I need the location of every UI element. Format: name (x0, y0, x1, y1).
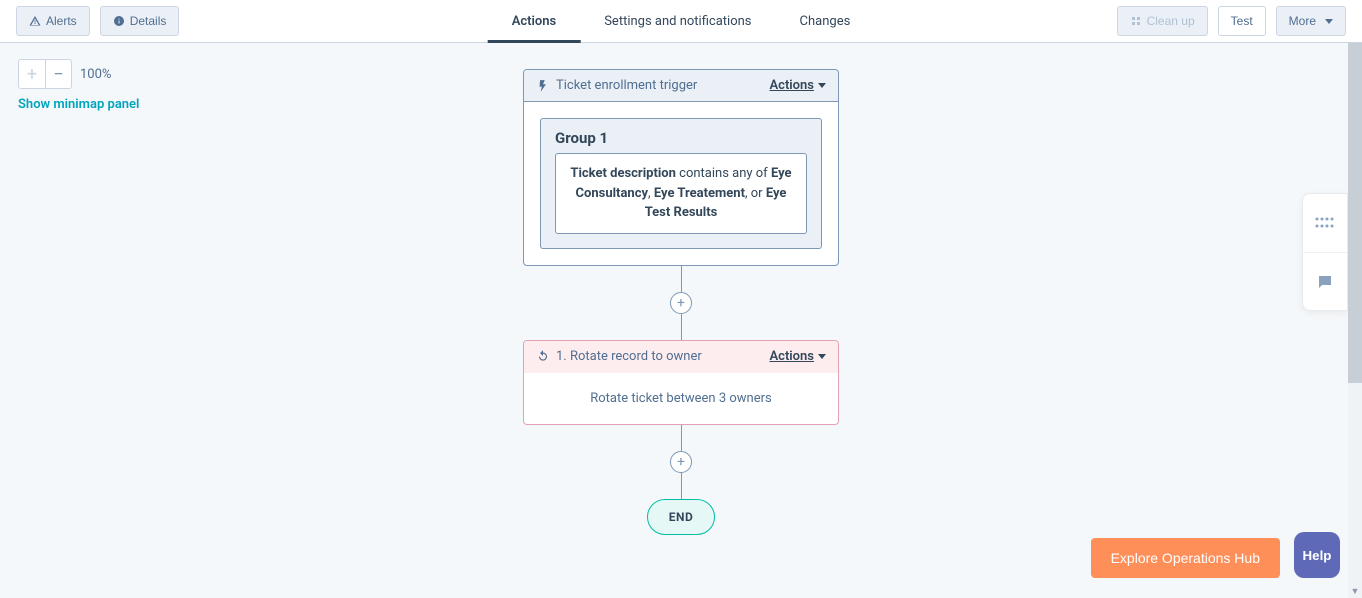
trigger-card[interactable]: Ticket enrollment trigger Actions Group … (523, 69, 839, 266)
filter-rule[interactable]: Ticket description contains any of Eye C… (555, 153, 807, 234)
scrollbar-thumb[interactable] (1348, 43, 1362, 383)
connector-line (681, 473, 682, 499)
caret-down-icon (1325, 19, 1333, 24)
workflow-canvas[interactable]: + − 100% Show minimap panel Ticket enrol… (0, 43, 1362, 598)
add-step-button[interactable]: + (670, 292, 692, 314)
tabs: Actions Settings and notifications Chang… (488, 0, 875, 42)
comment-icon[interactable] (1303, 252, 1347, 310)
filter-val-2: Eye Treatement (654, 186, 745, 201)
alerts-button[interactable]: Alerts (16, 6, 90, 36)
filter-group[interactable]: Group 1 Ticket description contains any … (540, 118, 822, 249)
action-card[interactable]: 1. Rotate record to owner Actions Rotate… (523, 340, 839, 425)
end-badge: END (647, 499, 715, 535)
action-actions-label: Actions (769, 349, 814, 364)
filter-mid: contains any of (676, 166, 771, 181)
keypad-icon[interactable] (1303, 194, 1347, 252)
scroll-down-arrow[interactable]: ▼ (1348, 584, 1362, 598)
caret-down-icon (818, 83, 826, 88)
test-button[interactable]: Test (1218, 6, 1266, 36)
tools-rail (1302, 193, 1348, 311)
filter-group-title: Group 1 (541, 119, 821, 153)
more-button[interactable]: More (1276, 6, 1346, 36)
trigger-title: Ticket enrollment trigger (556, 78, 697, 93)
show-minimap-link[interactable]: Show minimap panel (18, 97, 139, 112)
tab-changes-label: Changes (800, 14, 851, 29)
trigger-card-body: Group 1 Ticket description contains any … (524, 102, 838, 265)
caret-down-icon (818, 354, 826, 359)
test-label: Test (1231, 14, 1253, 28)
zoom-in-button[interactable]: + (19, 60, 45, 88)
vertical-scrollbar[interactable]: ▲ ▼ (1348, 43, 1362, 598)
explore-operations-hub-button[interactable]: Explore Operations Hub (1091, 538, 1280, 578)
connector-line (681, 425, 682, 451)
zoom-controls: + − 100% (18, 59, 111, 89)
action-actions-menu[interactable]: Actions (769, 349, 826, 364)
connector-line (681, 314, 682, 340)
action-title: 1. Rotate record to owner (556, 349, 702, 364)
tab-actions-label: Actions (512, 14, 557, 29)
cleanup-icon (1130, 15, 1142, 27)
cleanup-label: Clean up (1147, 14, 1195, 28)
zoom-out-button[interactable]: − (45, 60, 71, 88)
tab-settings-label: Settings and notifications (604, 14, 751, 29)
filter-sep-2: , or (745, 186, 766, 201)
details-label: Details (130, 14, 167, 28)
filter-field: Ticket description (570, 166, 676, 181)
workflow-flow: Ticket enrollment trigger Actions Group … (523, 69, 839, 535)
action-card-header: 1. Rotate record to owner Actions (524, 341, 838, 373)
trigger-actions-menu[interactable]: Actions (769, 78, 826, 93)
trigger-actions-label: Actions (769, 78, 814, 93)
rotate-icon (536, 349, 550, 363)
zoom-level: 100% (80, 67, 111, 82)
zoom-button-group: + − (18, 59, 72, 89)
header-left: Alerts Details (16, 6, 179, 36)
trigger-card-header: Ticket enrollment trigger Actions (524, 70, 838, 102)
tab-settings[interactable]: Settings and notifications (580, 0, 775, 42)
info-icon (113, 15, 125, 27)
cleanup-button[interactable]: Clean up (1117, 6, 1208, 36)
connector-line (681, 266, 682, 292)
header-right: Clean up Test More (1117, 6, 1346, 36)
add-step-button[interactable]: + (670, 451, 692, 473)
alerts-label: Alerts (46, 14, 77, 28)
warning-icon (29, 15, 41, 27)
action-card-body: Rotate ticket between 3 owners (524, 373, 838, 424)
tab-changes[interactable]: Changes (776, 0, 875, 42)
more-label: More (1289, 14, 1316, 28)
help-button[interactable]: Help (1294, 532, 1340, 578)
tab-actions[interactable]: Actions (488, 0, 581, 42)
details-button[interactable]: Details (100, 6, 180, 36)
flash-icon (536, 79, 550, 93)
header-bar: Alerts Details Actions Settings and noti… (0, 0, 1362, 43)
